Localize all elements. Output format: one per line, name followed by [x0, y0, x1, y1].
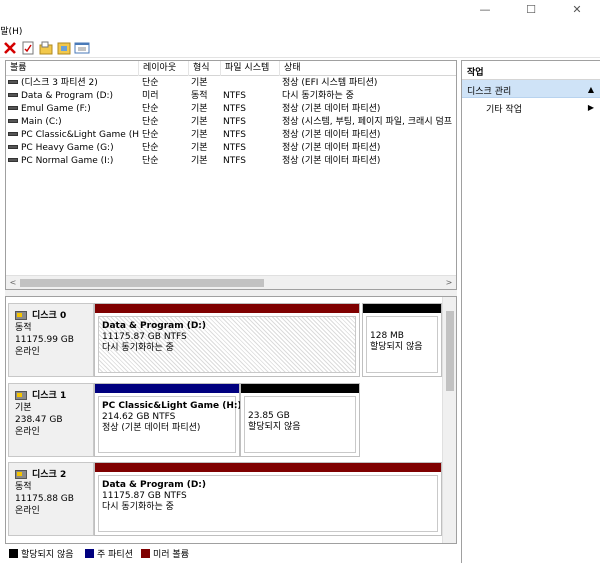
legend-swatch — [85, 549, 94, 558]
action-pane: 작업 디스크 관리 ▲ 기타 작업 ▶ — [461, 60, 600, 563]
volume-icon — [8, 157, 18, 162]
volume-row[interactable]: PC Normal Game (I:) 단순 기본 NTFS 정상 (기본 데이… — [6, 155, 456, 168]
volume-list-header: 볼륨 레이아웃 형식 파일 시스템 상태 — [6, 61, 456, 76]
partition-data-program-d[interactable]: Data & Program (D:) 11175.87 GB NTFS 다시 … — [94, 303, 360, 377]
volume-row[interactable]: PC Classic&Light Game (H:) 단순 기본 NTFS 정상… — [6, 129, 456, 142]
volume-icon — [8, 144, 18, 149]
folder-icon[interactable] — [38, 40, 54, 56]
partition-unallocated-0[interactable]: 128 MB 할당되지 않음 — [362, 303, 442, 377]
vertical-scroll-thumb[interactable] — [446, 311, 454, 391]
legend-swatch — [141, 549, 150, 558]
collapse-up-icon[interactable]: ▲ — [588, 85, 594, 94]
volume-icon — [8, 105, 18, 110]
disk-icon — [15, 391, 27, 400]
column-header-status[interactable]: 상태 — [280, 61, 456, 76]
column-header-volume[interactable]: 볼륨 — [6, 61, 139, 76]
volume-row[interactable]: Emul Game (F:) 단순 기본 NTFS 정상 (기본 데이터 파티션… — [6, 103, 456, 116]
menu-help[interactable]: 움말(H) — [0, 24, 22, 37]
primary-partition-bar — [95, 384, 239, 393]
horizontal-scrollbar[interactable]: < > — [6, 275, 456, 289]
action-disk-management[interactable]: 디스크 관리 ▲ — [462, 80, 600, 98]
volume-row[interactable]: PC Heavy Game (G:) 단순 기본 NTFS 정상 (기본 데이터… — [6, 142, 456, 155]
menu-bar: 움말(H) — [0, 22, 600, 38]
vertical-scrollbar[interactable] — [442, 297, 456, 543]
volume-icon — [8, 131, 18, 136]
toolbar — [0, 38, 600, 58]
scroll-left-icon[interactable]: < — [6, 276, 20, 289]
column-header-type[interactable]: 형식 — [189, 61, 221, 76]
volume-row[interactable]: (디스크 3 파티션 2) 단순 기본 정상 (EFI 시스템 파티션) — [6, 77, 456, 90]
submenu-arrow-icon: ▶ — [587, 103, 594, 112]
legend-item-mirror: 미러 볼륨 — [141, 549, 189, 560]
legend-swatch — [9, 549, 18, 558]
disk-2-label[interactable]: 디스크 2 동적 11175.88 GB 온라인 — [8, 462, 94, 536]
partition-data-program-d-mirror[interactable]: Data & Program (D:) 11175.87 GB NTFS 다시 … — [94, 462, 442, 536]
legend: 할당되지 않음 주 파티션 미러 볼륨 — [5, 545, 457, 563]
disk-1-label[interactable]: 디스크 1 기본 238.47 GB 온라인 — [8, 383, 94, 457]
partition-unallocated-1[interactable]: 23.85 GB 할당되지 않음 — [240, 383, 360, 457]
unallocated-bar — [241, 384, 359, 393]
scroll-right-icon[interactable]: > — [442, 276, 456, 289]
check-icon[interactable] — [20, 40, 36, 56]
horizontal-scroll-thumb[interactable] — [20, 279, 264, 287]
close-button[interactable]: ✕ — [554, 0, 600, 22]
unallocated-bar — [363, 304, 441, 313]
legend-item-primary: 주 파티션 — [85, 549, 133, 560]
mirror-volume-bar — [95, 463, 441, 472]
volume-row[interactable]: Main (C:) 단순 기본 NTFS 정상 (시스템, 부팅, 페이지 파일… — [6, 116, 456, 129]
partition-pc-classic-light-game-h[interactable]: PC Classic&Light Game (H:) 214.62 GB NTF… — [94, 383, 242, 457]
title-bar: — ☐ ✕ — [0, 0, 600, 22]
disk-graph-view: 디스크 0 동적 11175.99 GB 온라인 Data & Program … — [5, 296, 457, 544]
view-icon[interactable] — [74, 40, 90, 56]
column-header-layout[interactable]: 레이아웃 — [139, 61, 189, 76]
action-pane-header: 작업 — [462, 61, 600, 80]
action-more-actions[interactable]: 기타 작업 ▶ — [462, 98, 600, 116]
volume-icon — [8, 79, 18, 84]
column-header-filesystem[interactable]: 파일 시스템 — [221, 61, 280, 76]
disk-0-label[interactable]: 디스크 0 동적 11175.99 GB 온라인 — [8, 303, 94, 377]
maximize-button[interactable]: ☐ — [508, 0, 554, 22]
volume-list: 볼륨 레이아웃 형식 파일 시스템 상태 (디스크 3 파티션 2) 단순 기본… — [5, 60, 457, 290]
minimize-button[interactable]: — — [462, 0, 508, 22]
disk-warning-icon — [15, 311, 27, 320]
mirror-volume-bar — [95, 304, 359, 313]
volume-icon — [8, 92, 18, 97]
disk-warning-icon — [15, 470, 27, 479]
properties-icon[interactable] — [56, 40, 72, 56]
delete-icon[interactable] — [2, 40, 18, 56]
legend-item-unallocated: 할당되지 않음 — [9, 549, 74, 560]
volume-icon — [8, 118, 18, 123]
volume-row[interactable]: Data & Program (D:) 미러 동적 NTFS 다시 동기화하는 … — [6, 90, 456, 103]
